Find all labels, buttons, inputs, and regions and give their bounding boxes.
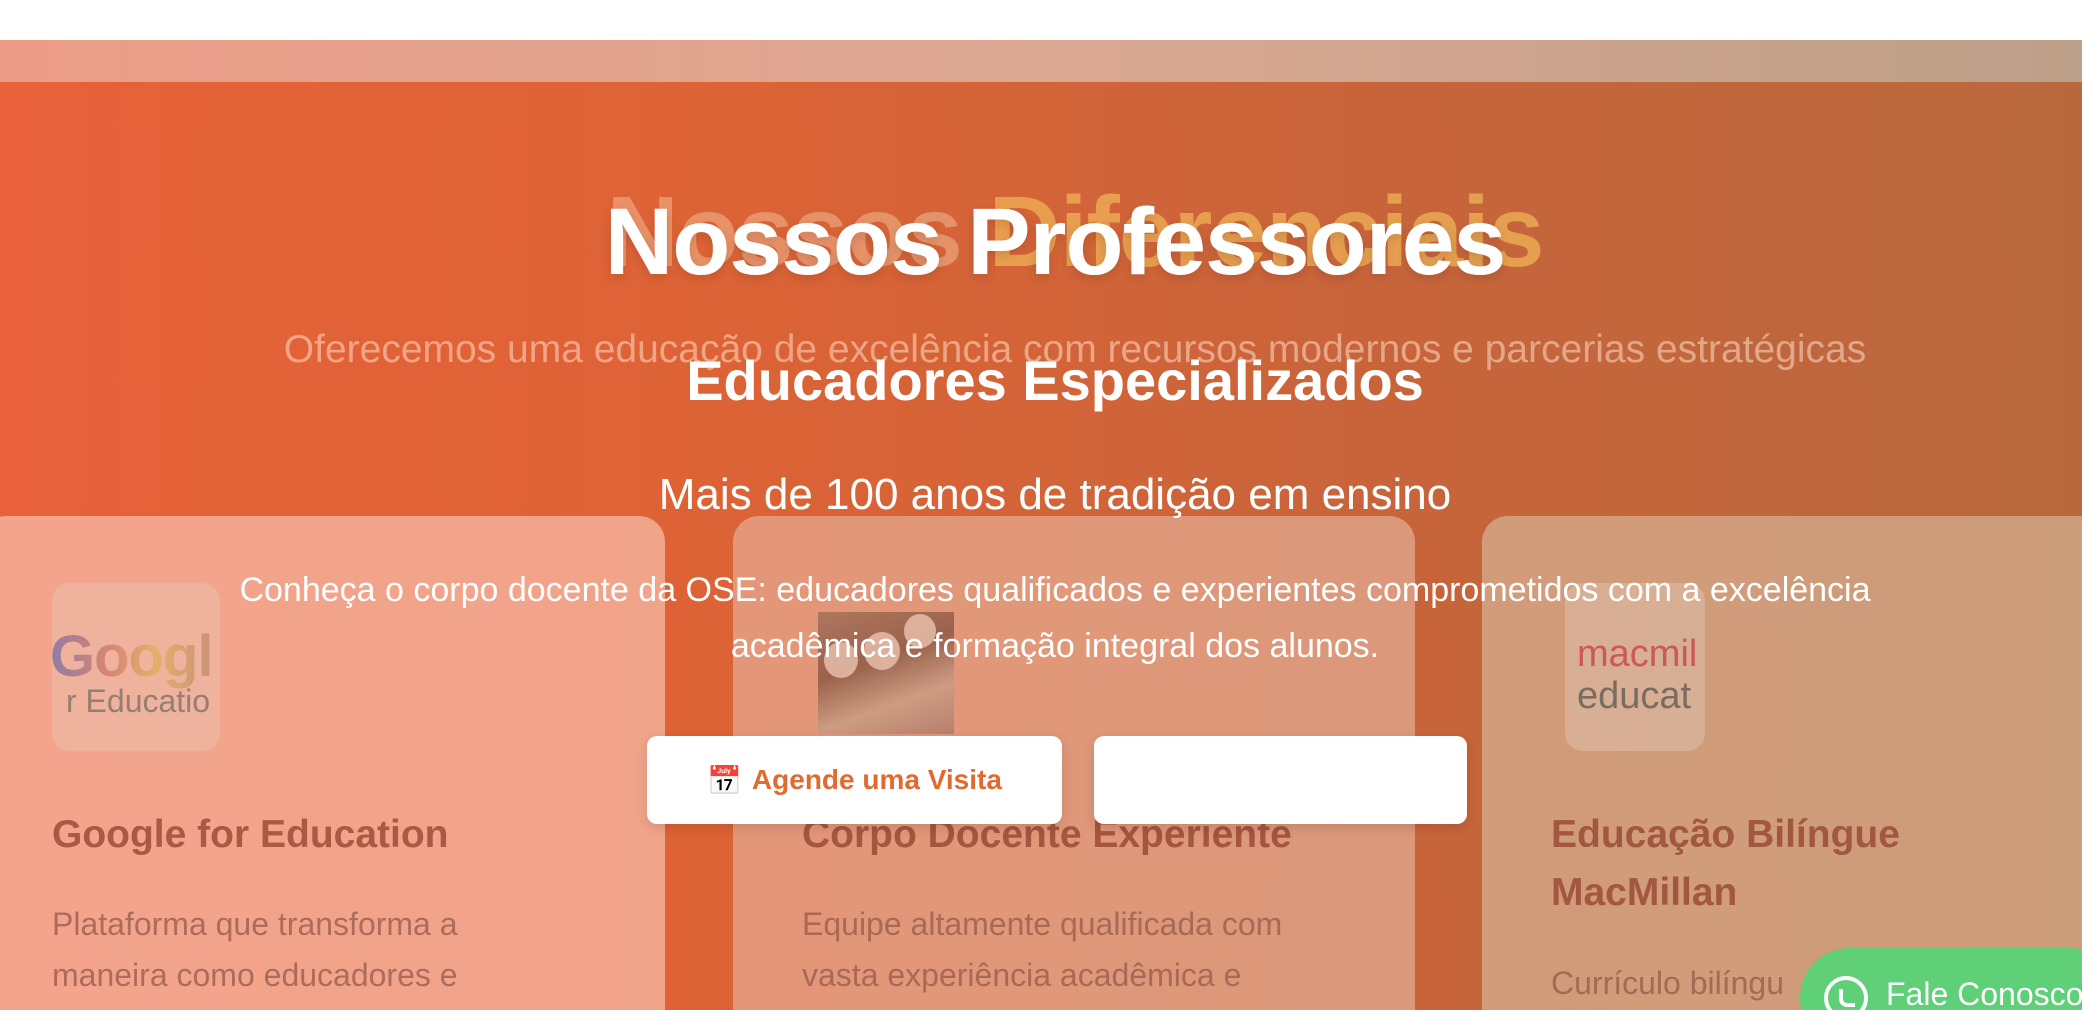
card-title-google: Google for Education bbox=[52, 813, 449, 856]
card-title-macmillan: Educação Bilíngue MacMillan bbox=[1551, 806, 1900, 922]
card-description-line: maneira como educadores e bbox=[52, 957, 458, 993]
whatsapp-button-label: Fale Conosco bbox=[1886, 976, 2082, 1010]
schedule-visit-button[interactable]: 📅 Agende uma Visita bbox=[647, 736, 1062, 824]
page-subtitle: Educadores Especializados bbox=[686, 349, 1424, 412]
schedule-visit-label: Agende uma Visita bbox=[751, 764, 1002, 795]
top-bar bbox=[0, 0, 2082, 40]
card-description-faculty: Equipe altamente qualificada com vasta e… bbox=[802, 899, 1282, 1001]
card-description-line: Plataforma que transforma a bbox=[52, 906, 458, 942]
card-title-line: MacMillan bbox=[1551, 871, 1738, 914]
google-logo-subtext: r Educatio bbox=[66, 683, 211, 719]
page-description: Conheça o corpo docente da OSE: educador… bbox=[239, 571, 1871, 665]
whatsapp-contact-button[interactable]: Fale Conosco bbox=[1800, 948, 2082, 1010]
card-description-macmillan: Currículo bilíngu bbox=[1551, 965, 1784, 1001]
secondary-button[interactable] bbox=[1094, 736, 1467, 824]
nav-bar-backdrop bbox=[0, 40, 2082, 82]
card-description-line: vasta experiência acadêmica e bbox=[802, 957, 1242, 993]
macmillan-logo-subtext: educat bbox=[1577, 675, 1692, 717]
card-description-line: Equipe altamente qualificada com bbox=[802, 906, 1283, 942]
page-tagline: Mais de 100 anos de tradição em ensino bbox=[658, 470, 1452, 519]
card-title-line: Educação Bilíngue bbox=[1551, 813, 1900, 856]
calendar-icon: 📅 bbox=[707, 764, 742, 796]
page: Nossos Diferenciais Oferecemos uma educa… bbox=[0, 0, 2082, 1010]
card-description-google: Plataforma que transforma a maneira como… bbox=[52, 899, 458, 1001]
whatsapp-icon bbox=[1824, 976, 1868, 1010]
page-title: Nossos Professores bbox=[604, 189, 1507, 295]
